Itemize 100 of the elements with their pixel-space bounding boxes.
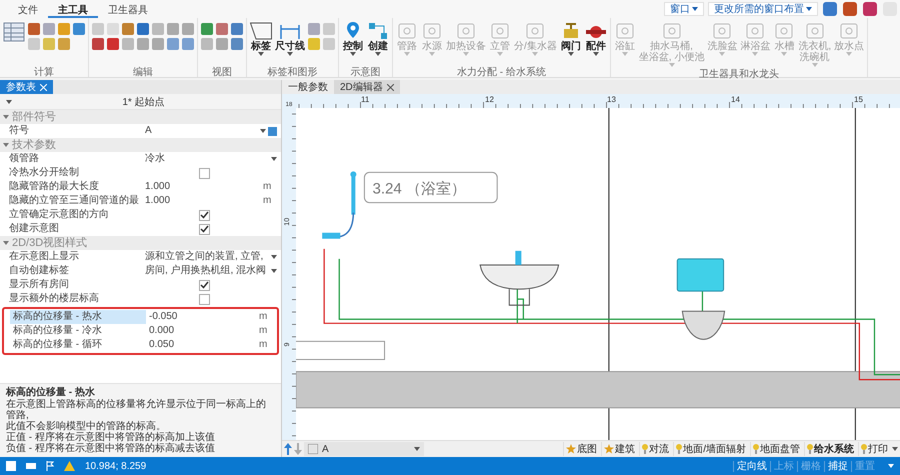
warning-icon[interactable]	[64, 461, 75, 471]
ribbon-button[interactable]: 阀门	[560, 21, 582, 56]
fixture-icon	[524, 21, 546, 41]
menu-tab[interactable]: 卫生器具	[98, 0, 158, 18]
ribbon-button[interactable]: 标签	[250, 21, 272, 56]
group-title: 标签和图形	[266, 66, 318, 77]
unit-label: m	[259, 310, 268, 324]
ribbon-button[interactable]: 控制	[342, 21, 364, 56]
layer-button[interactable]: 打印	[858, 442, 890, 456]
ruler-number: 14	[731, 95, 740, 104]
caret-icon	[892, 447, 898, 451]
section-title: 2D/3D视图样式	[12, 236, 88, 250]
coordinates: 10.984; 8.259	[85, 460, 146, 472]
unit-label: m	[263, 194, 272, 208]
flag-icon[interactable]	[46, 461, 54, 471]
property-label: 标高的位移量 - 热水	[10, 310, 146, 324]
caret-icon	[888, 464, 894, 468]
layer-button[interactable]: 地面/墙面辐射	[673, 442, 748, 456]
caret-icon	[568, 52, 574, 56]
window-menu[interactable]: 更改所需的窗口布置	[708, 2, 818, 16]
bulb-icon	[861, 444, 867, 454]
shower-drawing	[322, 171, 356, 239]
layer-icon	[308, 444, 318, 454]
fixture-icon	[489, 21, 511, 41]
caret-icon	[271, 157, 277, 161]
network-icon	[367, 21, 389, 41]
document-tab[interactable]: 一般参数	[282, 80, 334, 94]
group-title: 水力分配 - 给水系统	[456, 66, 547, 77]
group-title: 卫生器具和水龙头	[698, 68, 780, 79]
status-toggle[interactable]: 定向线	[733, 461, 770, 472]
layer-button[interactable]: 对流	[639, 442, 672, 456]
caret-icon	[532, 52, 538, 56]
description-title: 标高的位移量 - 热水	[6, 387, 96, 398]
star-icon	[566, 444, 576, 454]
caret-icon	[812, 63, 818, 67]
ruler-number: 15	[854, 95, 863, 104]
dropdown-field[interactable]: 房间, 户用换热机组, 混水阀	[142, 264, 277, 278]
room-label: 3.24 （浴室）	[372, 180, 466, 198]
panel-tab[interactable]: 参数表	[0, 80, 53, 94]
group-title: 计算	[33, 66, 55, 77]
caret-icon	[6, 100, 12, 104]
group-title: 视图	[211, 66, 233, 77]
caret-icon	[752, 52, 758, 56]
bulb-icon	[807, 444, 813, 454]
checkbox[interactable]	[198, 168, 210, 178]
description-text: 在示意图上管路标高的位移量将允许显示位于同一标高上的管路,	[6, 399, 267, 421]
layer-dropdown[interactable]: A	[304, 442, 424, 456]
dropdown-field[interactable]: A	[142, 124, 277, 138]
caret-icon	[260, 129, 266, 133]
panel-header: 1* 起始点	[121, 96, 166, 108]
unit-label: m	[259, 338, 268, 352]
checkbox[interactable]	[198, 210, 210, 220]
caret-icon	[3, 241, 9, 245]
layer-button[interactable]: 给水系统	[804, 442, 856, 456]
layer-button[interactable]: 建筑	[601, 442, 638, 456]
caret-icon	[375, 52, 381, 56]
layer-button[interactable]: 底图	[563, 442, 600, 456]
fixture-icon	[838, 21, 860, 41]
ruler-number: 13	[607, 95, 616, 104]
document-tab[interactable]: 2D编辑器	[334, 80, 400, 94]
fixture-icon	[744, 21, 766, 41]
down-arrow-icon[interactable]	[294, 443, 302, 455]
ribbon-button[interactable]: 配件	[584, 21, 607, 56]
caret-icon	[271, 255, 277, 259]
up-arrow-icon[interactable]	[284, 443, 292, 455]
fixture-icon	[660, 21, 683, 41]
window-menu[interactable]: 窗口	[664, 2, 704, 16]
status-toggle[interactable]: 捕捉	[824, 461, 851, 472]
close-icon[interactable]	[386, 84, 394, 90]
section-title: 技术参数	[12, 138, 56, 152]
caret-icon	[463, 52, 469, 56]
group-title: 编辑	[132, 66, 154, 77]
tag-icon	[250, 21, 272, 41]
menu-tab[interactable]: 文件	[8, 0, 48, 18]
section-title: 部件符号	[12, 110, 56, 124]
caret-icon	[692, 7, 698, 11]
table-icon[interactable]	[3, 21, 25, 43]
ruler-number: 11	[361, 95, 370, 104]
layer-button[interactable]: 地面盘管	[750, 442, 802, 456]
description-text: 正值 - 程序将在示意图中将管路的标高加上该值	[6, 432, 216, 443]
caret-icon	[350, 52, 356, 56]
ruler-number: 12	[485, 95, 494, 104]
fixture-icon	[804, 21, 826, 41]
checkbox[interactable]	[198, 280, 210, 290]
unit-label: m	[263, 180, 272, 194]
caret-icon	[781, 52, 788, 56]
bulb-icon	[642, 444, 648, 454]
ribbon-button[interactable]: 尺寸线	[275, 21, 305, 56]
group-title: 示意图	[350, 66, 382, 77]
ribbon-button[interactable]: 创建	[367, 21, 389, 56]
caret-icon	[846, 52, 852, 56]
checkbox[interactable]	[198, 224, 210, 234]
fixture-icon	[773, 21, 796, 41]
caret-icon	[3, 143, 9, 147]
checkbox[interactable]	[198, 294, 210, 304]
fixture-icon	[614, 21, 636, 41]
star-icon	[604, 444, 614, 454]
bulb-icon	[753, 444, 759, 454]
caret-icon	[719, 52, 726, 56]
link-icon	[268, 126, 277, 136]
